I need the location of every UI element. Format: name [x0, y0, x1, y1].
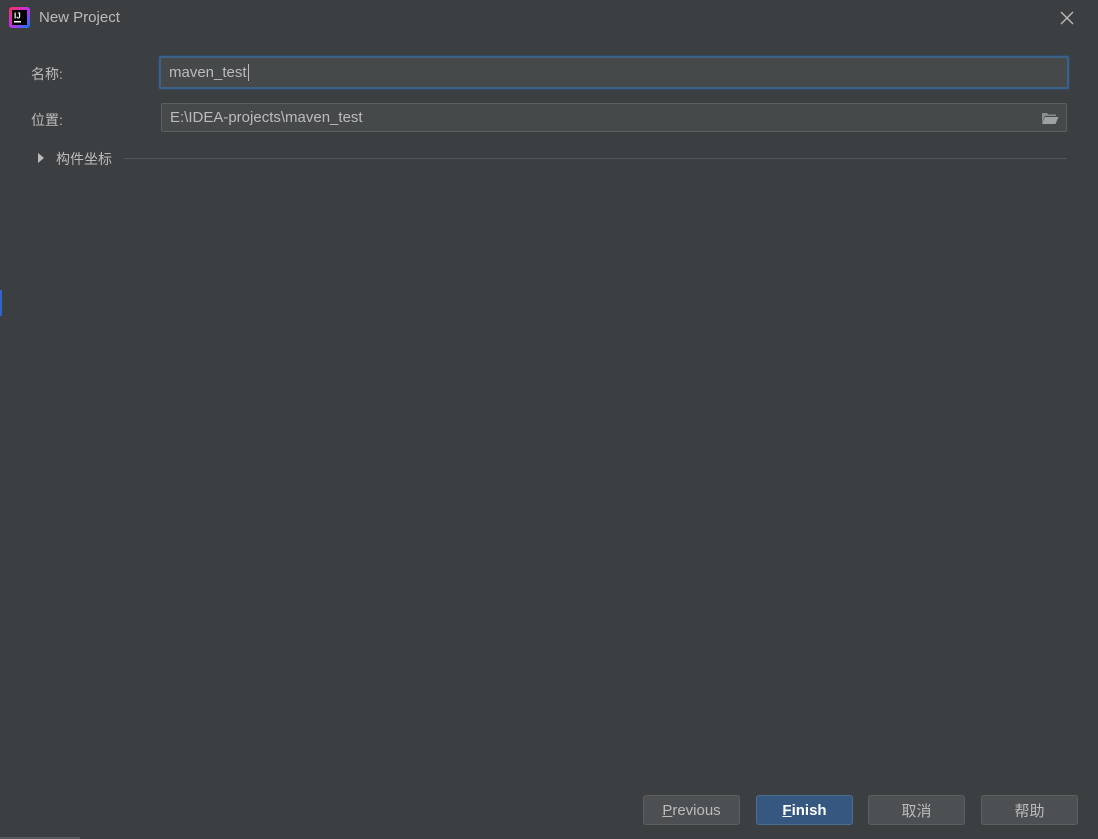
location-input-value: E:\IDEA-projects\maven_test: [170, 109, 363, 126]
help-label: 帮助: [1014, 802, 1045, 820]
help-button[interactable]: 帮助: [981, 795, 1078, 825]
previous-mnemonic: P: [662, 801, 673, 819]
name-label: 名称:: [31, 66, 63, 82]
svg-text:IJ: IJ: [14, 12, 21, 21]
artifact-coordinates-section: 构件坐标: [36, 148, 1067, 168]
location-label: 位置:: [31, 112, 63, 128]
folder-icon[interactable]: [1041, 111, 1059, 125]
name-input-value: maven_test: [169, 64, 247, 81]
title-bar: IJ New Project: [0, 0, 1098, 36]
finish-mnemonic: F: [782, 801, 792, 819]
window-edge-accent: [0, 290, 2, 316]
text-caret: [247, 64, 249, 81]
intellij-idea-icon: IJ: [9, 7, 30, 28]
artifact-coordinates-toggle[interactable]: 构件坐标: [56, 149, 112, 169]
location-input[interactable]: E:\IDEA-projects\maven_test: [161, 103, 1067, 132]
cancel-label: 取消: [901, 802, 932, 820]
new-project-dialog: IJ New Project 名称: maven_test 位置: E:\IDE…: [0, 0, 1098, 839]
section-divider: [124, 158, 1067, 159]
cancel-button[interactable]: 取消: [868, 795, 965, 825]
finish-label: inish: [791, 801, 827, 819]
close-icon[interactable]: [1057, 8, 1077, 28]
previous-label: revious: [672, 801, 721, 819]
expand-triangle-icon[interactable]: [38, 153, 44, 163]
window-title: New Project: [39, 9, 120, 26]
finish-button[interactable]: Finish: [756, 795, 853, 825]
previous-button[interactable]: Previous: [643, 795, 740, 825]
name-input[interactable]: maven_test: [159, 56, 1069, 89]
